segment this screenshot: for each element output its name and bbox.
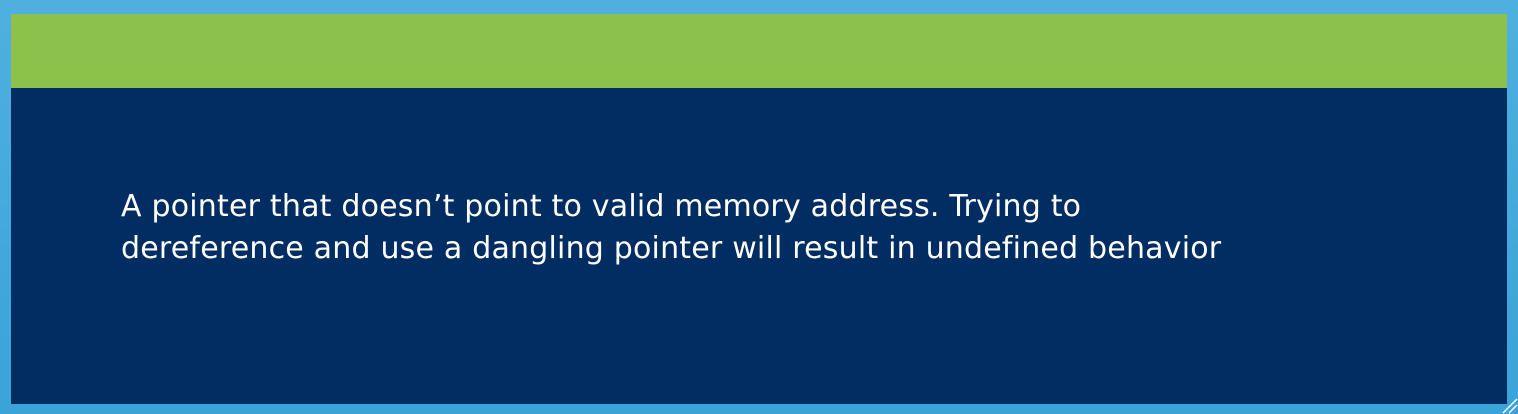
slide-title-band [11, 14, 1507, 88]
slide-body-text: A pointer that doesn’t point to valid me… [121, 186, 1451, 270]
body-line-1: A pointer that doesn’t point to valid me… [121, 189, 1082, 224]
body-line-2: dereference and use a dangling pointer w… [121, 231, 1222, 266]
slide-canvas: A pointer that doesn’t point to valid me… [11, 14, 1507, 404]
resize-grip-icon[interactable] [1500, 396, 1518, 414]
